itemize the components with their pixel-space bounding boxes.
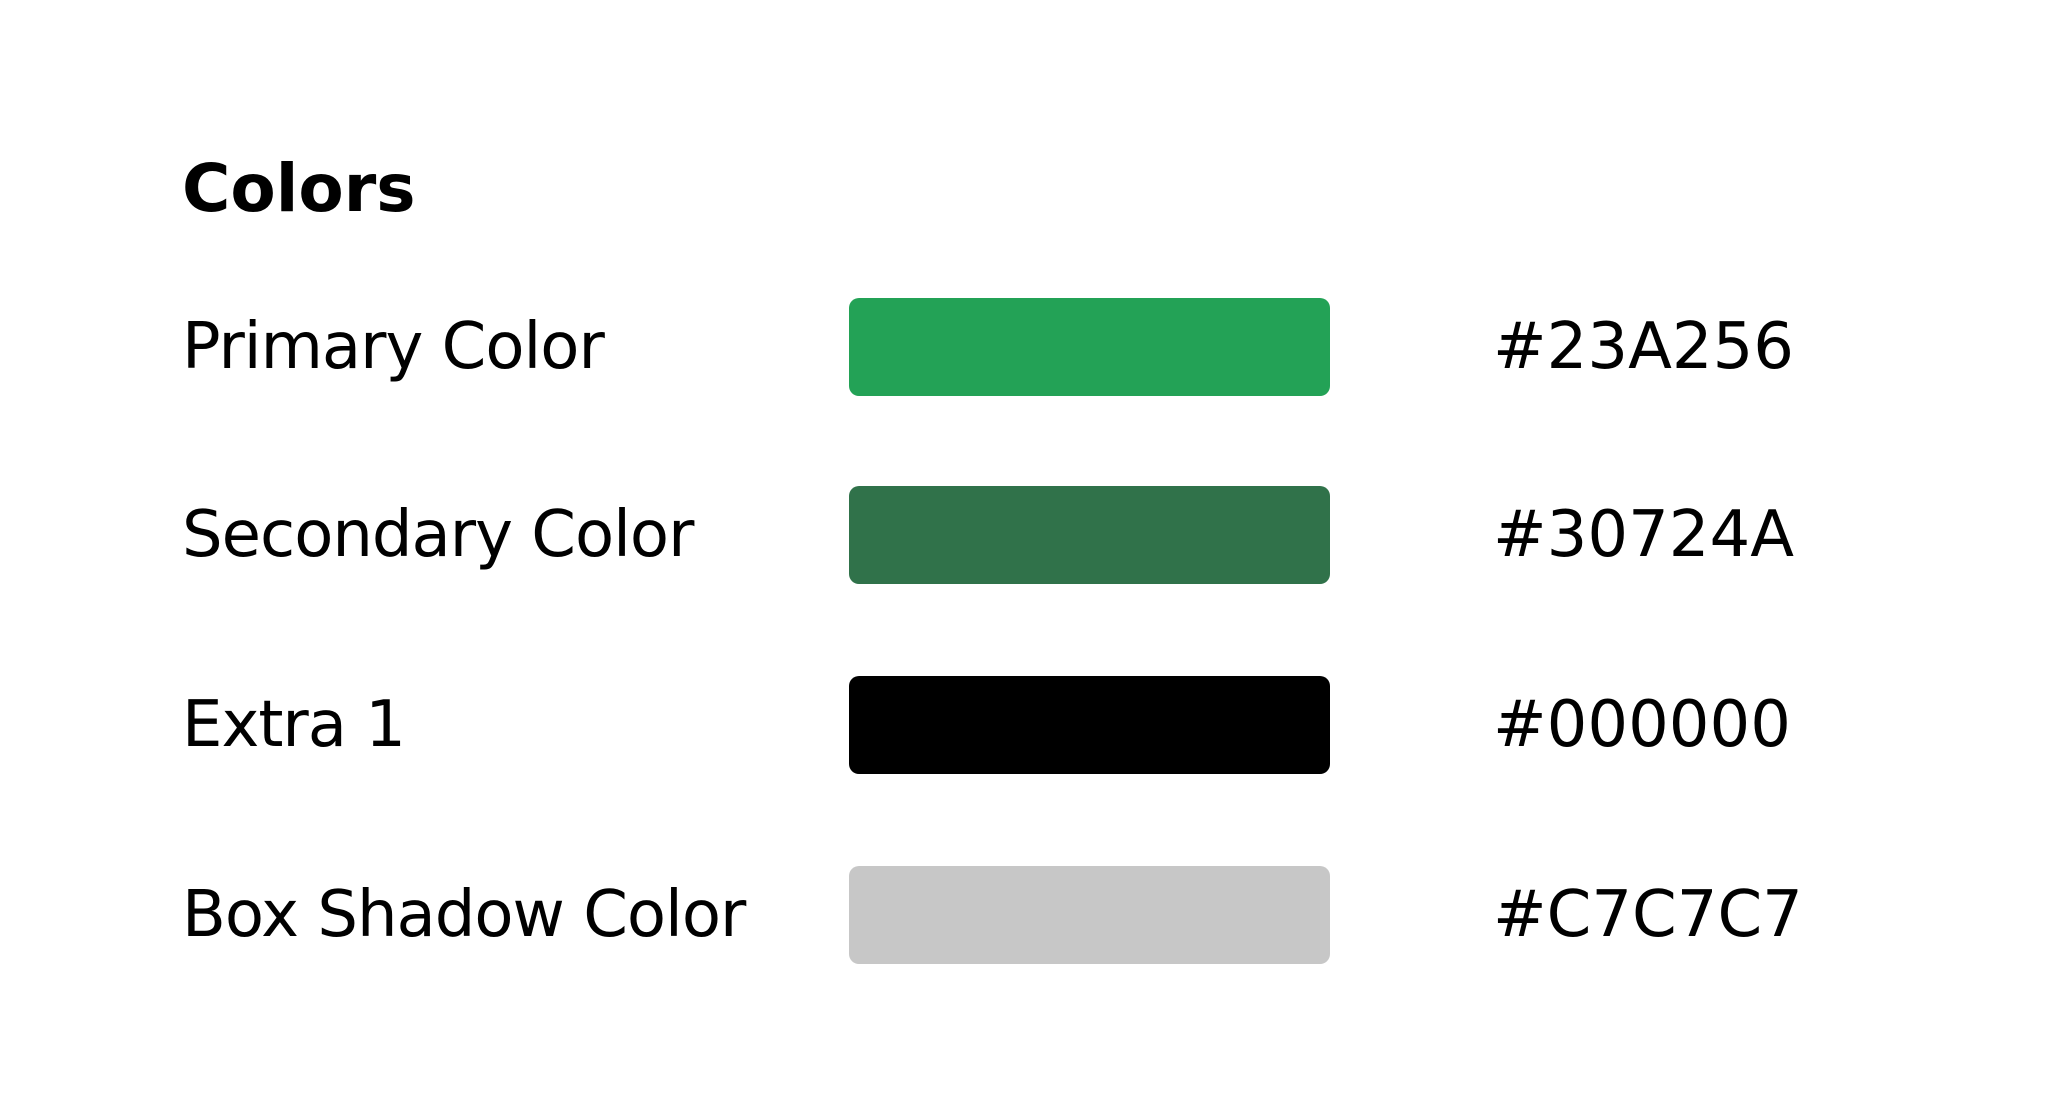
color-swatch-row-secondary: Secondary Color #30724A bbox=[0, 486, 2068, 584]
swatch-label: Box Shadow Color bbox=[182, 878, 746, 952]
swatch-label: Primary Color bbox=[182, 310, 605, 384]
color-swatch-box bbox=[849, 866, 1330, 964]
color-swatch-row-extra-1: Extra 1 #000000 bbox=[0, 676, 2068, 774]
section-title: Colors bbox=[182, 150, 416, 227]
color-swatch-box bbox=[849, 298, 1330, 396]
swatch-label: Extra 1 bbox=[182, 688, 406, 762]
swatch-hex-value: #30724A bbox=[1493, 498, 1794, 572]
color-palette-page: Colors Primary Color #23A256 Secondary C… bbox=[0, 0, 2068, 1095]
color-swatch-row-primary: Primary Color #23A256 bbox=[0, 298, 2068, 396]
color-swatch-row-box-shadow: Box Shadow Color #C7C7C7 bbox=[0, 866, 2068, 964]
color-swatch-box bbox=[849, 486, 1330, 584]
swatch-label: Secondary Color bbox=[182, 498, 694, 572]
swatch-hex-value: #23A256 bbox=[1493, 310, 1794, 384]
color-swatch-box bbox=[849, 676, 1330, 774]
swatch-hex-value: #C7C7C7 bbox=[1493, 878, 1803, 952]
swatch-hex-value: #000000 bbox=[1493, 688, 1791, 762]
